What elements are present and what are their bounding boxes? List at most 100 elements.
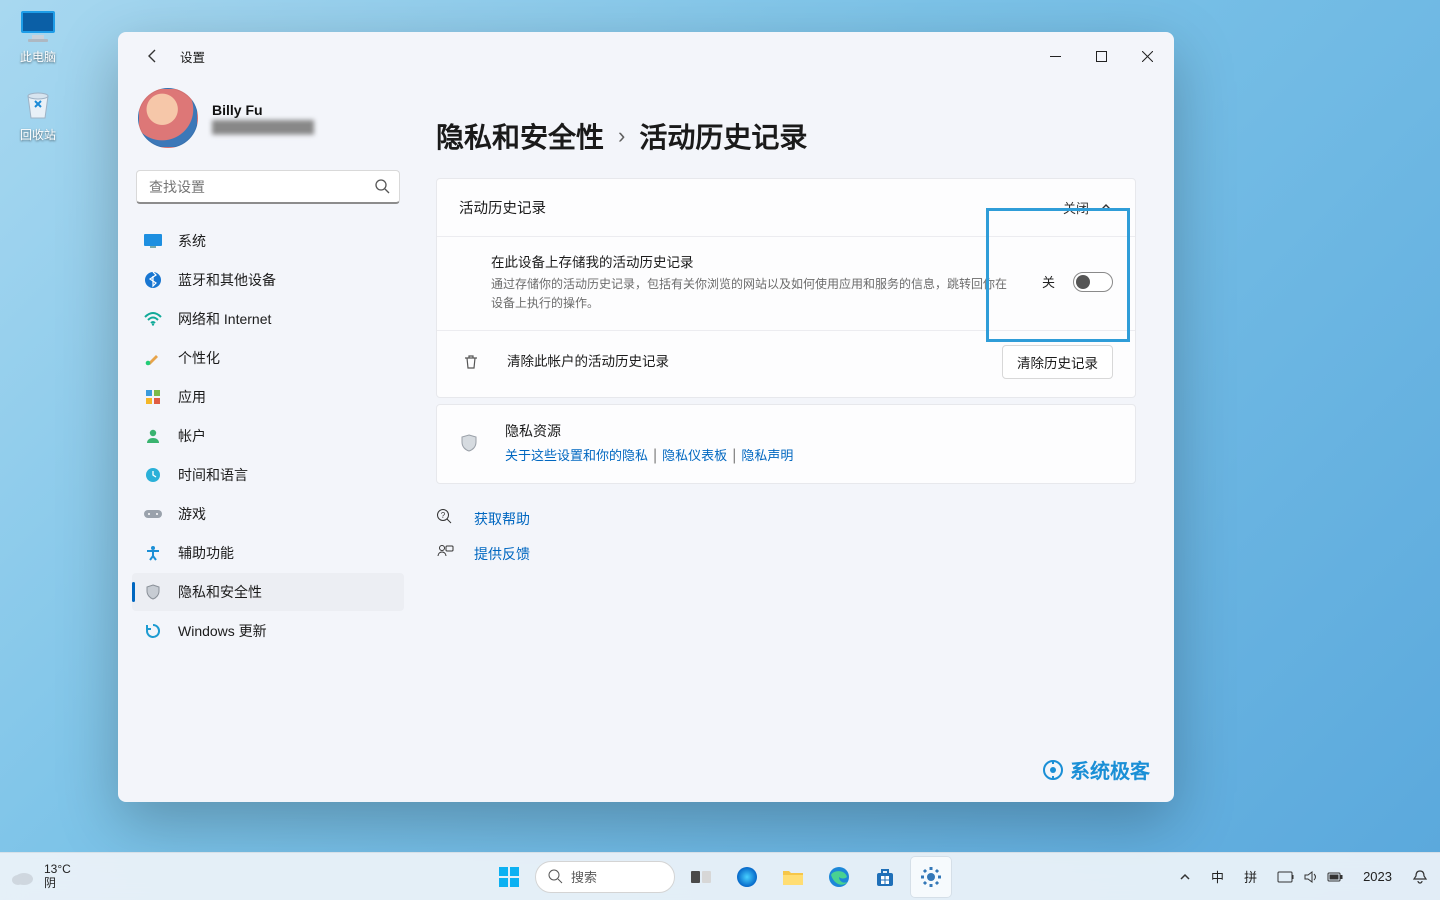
desktop-icon-recycle-bin[interactable]: 回收站 [0, 86, 76, 143]
taskbar-widgets[interactable] [727, 857, 767, 897]
sidebar-item-network[interactable]: 网络和 Internet [132, 300, 404, 338]
minimize-button[interactable] [1032, 40, 1078, 72]
taskbar-weather[interactable]: 13°C 阴 [10, 863, 71, 891]
resources-title: 隐私资源 [505, 421, 1113, 441]
taskbar-settings[interactable] [911, 857, 951, 897]
sidebar-item-time[interactable]: 时间和语言 [132, 456, 404, 494]
gamepad-icon [144, 505, 162, 523]
store-title: 在此设备上存储我的活动历史记录 [491, 251, 1024, 271]
start-button[interactable] [489, 857, 529, 897]
activity-history-card: 活动历史记录 关闭 在此设备上存储我的活动历史记录 通过存储你的活动历史记录，包… [436, 178, 1136, 398]
search-icon [374, 178, 390, 199]
sidebar-item-accessibility[interactable]: 辅助功能 [132, 534, 404, 572]
monitor-icon [18, 8, 58, 44]
desktop-icon-label: 回收站 [0, 126, 76, 143]
trash-icon [461, 353, 481, 371]
bell-icon [1412, 869, 1428, 885]
chevron-up-icon [1099, 201, 1113, 215]
settings-window: 设置 Billy Fu ████████████ 系统 蓝牙和其他设备 网络和 … [118, 32, 1174, 802]
weather-temp: 13°C [44, 863, 71, 877]
page-title: 活动历史记录 [639, 116, 807, 156]
store-activity-toggle[interactable] [1073, 272, 1113, 292]
sidebar-item-bluetooth[interactable]: 蓝牙和其他设备 [132, 261, 404, 299]
content-area: 隐私和安全性 › 活动历史记录 活动历史记录 关闭 在此设备上存储我的活动历史记… [418, 80, 1174, 802]
close-icon [1142, 51, 1153, 62]
tray-quick-settings[interactable] [1273, 868, 1347, 886]
sidebar-item-update[interactable]: Windows 更新 [132, 612, 404, 650]
search-input[interactable] [136, 170, 400, 204]
taskbar: 13°C 阴 搜索 中 拼 2023 [0, 852, 1440, 900]
back-button[interactable] [136, 39, 170, 73]
clear-history-button[interactable]: 清除历史记录 [1002, 345, 1113, 379]
recycle-bin-icon [18, 86, 58, 122]
close-button[interactable] [1124, 40, 1170, 72]
store-icon [874, 866, 896, 888]
toggle-label: 关 [1042, 272, 1055, 291]
sidebar-item-personalization[interactable]: 个性化 [132, 339, 404, 377]
taskbar-explorer[interactable] [773, 857, 813, 897]
sidebar: Billy Fu ████████████ 系统 蓝牙和其他设备 网络和 Int… [118, 80, 418, 802]
breadcrumb-root[interactable]: 隐私和安全性 [436, 116, 604, 156]
feedback-link[interactable]: 提供反馈 [436, 543, 1136, 564]
sidebar-item-apps[interactable]: 应用 [132, 378, 404, 416]
tray-notifications[interactable] [1408, 867, 1432, 887]
link-privacy-dashboard[interactable]: 隐私仪表板 [662, 448, 727, 463]
ime-lang[interactable]: 中 [1207, 865, 1228, 888]
feedback-icon [436, 543, 454, 564]
chevron-right-icon: › [618, 123, 625, 149]
edge-icon [827, 865, 851, 889]
sidebar-item-system[interactable]: 系统 [132, 222, 404, 260]
taskbar-edge[interactable] [819, 857, 859, 897]
task-view-icon [690, 868, 712, 886]
desktop-icon-this-pc[interactable]: 此电脑 [0, 8, 76, 65]
clear-history-row: 清除此帐户的活动历史记录 清除历史记录 [437, 330, 1135, 397]
minimize-icon [1050, 51, 1061, 62]
volume-icon [1303, 870, 1319, 884]
store-activity-row: 在此设备上存储我的活动历史记录 通过存储你的活动历史记录，包括有关你浏览的网站以… [437, 236, 1135, 330]
apps-icon [144, 388, 162, 406]
clear-title: 清除此帐户的活动历史记录 [507, 350, 984, 370]
tray-year[interactable]: 2023 [1359, 867, 1396, 886]
folder-icon [781, 867, 805, 887]
cloud-icon [10, 866, 36, 888]
maximize-icon [1096, 51, 1107, 62]
windows-icon [497, 865, 521, 889]
taskbar-store[interactable] [865, 857, 905, 897]
maximize-button[interactable] [1078, 40, 1124, 72]
sidebar-item-gaming[interactable]: 游戏 [132, 495, 404, 533]
ime-mode[interactable]: 拼 [1240, 865, 1261, 888]
gear-icon [920, 866, 942, 888]
card-state: 关闭 [1063, 198, 1089, 217]
update-icon [144, 622, 162, 640]
network-icon [1277, 870, 1295, 884]
help-icon: ? [436, 508, 454, 529]
profile-block[interactable]: Billy Fu ████████████ [132, 80, 404, 166]
user-name: Billy Fu [212, 102, 314, 118]
arrow-left-icon [145, 48, 161, 64]
wifi-icon [144, 310, 162, 328]
resources-links: 关于这些设置和你的隐私|隐私仪表板|隐私声明 [505, 445, 1113, 465]
tray-overflow[interactable] [1175, 869, 1195, 885]
taskbar-search[interactable]: 搜索 [535, 861, 675, 893]
bluetooth-icon [144, 271, 162, 289]
clock-icon [144, 466, 162, 484]
weather-cond: 阴 [44, 877, 71, 891]
search-icon [548, 869, 563, 884]
sidebar-item-privacy[interactable]: 隐私和安全性 [132, 573, 404, 611]
task-view-button[interactable] [681, 857, 721, 897]
privacy-resources-card: 隐私资源 关于这些设置和你的隐私|隐私仪表板|隐私声明 [436, 404, 1136, 484]
shield-icon [144, 583, 162, 601]
breadcrumb: 隐私和安全性 › 活动历史记录 [436, 116, 1136, 156]
sidebar-item-accounts[interactable]: 帐户 [132, 417, 404, 455]
accessibility-icon [144, 544, 162, 562]
store-desc: 通过存储你的活动历史记录，包括有关你浏览的网站以及如何使用应用和服务的信息，跳转… [491, 275, 1011, 312]
system-tray: 中 拼 2023 [1175, 865, 1432, 888]
card-title: 活动历史记录 [459, 197, 546, 218]
person-icon [144, 427, 162, 445]
battery-icon [1327, 871, 1343, 883]
link-about-privacy[interactable]: 关于这些设置和你的隐私 [505, 448, 648, 463]
link-privacy-statement[interactable]: 隐私声明 [741, 448, 793, 463]
search-box[interactable] [136, 170, 400, 204]
card-header[interactable]: 活动历史记录 关闭 [437, 179, 1135, 236]
get-help-link[interactable]: ? 获取帮助 [436, 508, 1136, 529]
